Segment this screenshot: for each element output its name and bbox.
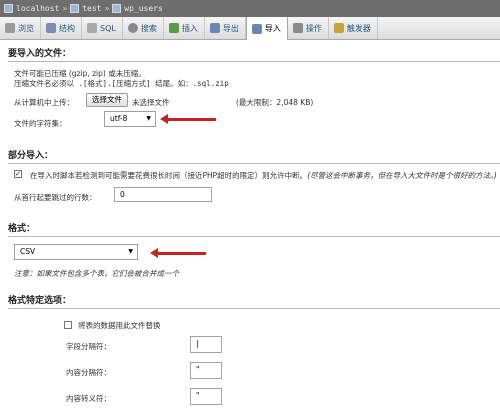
skip-rows-input[interactable]: 0 xyxy=(114,187,212,202)
choose-file-button[interactable]: 选择文件 xyxy=(86,93,128,107)
tab-label: 操作 xyxy=(305,23,322,33)
charset-label: 文件的字符集： xyxy=(14,119,67,128)
tab-operations[interactable]: 操作 xyxy=(288,17,329,39)
tab-insert[interactable]: 插入 xyxy=(164,17,205,39)
tab-label: 搜索 xyxy=(140,23,157,33)
breadcrumb-database[interactable]: test xyxy=(82,4,101,13)
tab-structure[interactable]: 结构 xyxy=(41,17,82,39)
chevron-down-icon: ▼ xyxy=(146,115,151,122)
format-select[interactable]: CSV ▼ xyxy=(14,244,138,260)
tab-import[interactable]: 导入 xyxy=(245,17,288,40)
tab-export[interactable]: 导出 xyxy=(205,17,246,39)
browse-icon xyxy=(5,23,15,33)
escaped-by-label: 内容转义符： xyxy=(66,394,111,403)
upload-label: 从计算机中上传： xyxy=(14,98,74,107)
tab-label: SQL xyxy=(100,23,116,33)
breadcrumb-separator: » xyxy=(104,4,110,13)
server-icon xyxy=(4,4,13,13)
insert-icon xyxy=(168,23,179,33)
tab-label: 结构 xyxy=(59,23,75,33)
tab-bar: 浏览 结构 SQL 搜索 插入 导出 导入 操作 触发器 xyxy=(0,17,500,40)
replace-data-label: 将表的数据用此文件替换 xyxy=(78,321,161,330)
red-arrow-icon xyxy=(150,248,206,258)
enclosed-by-input[interactable]: " xyxy=(190,362,222,379)
format-heading: 格式： xyxy=(8,223,500,237)
filename-note: 压缩文件名必须以 .[格式].[压缩方式] 结尾。如：.sql.zip xyxy=(14,79,229,88)
format-note: 注意：如果文件包含多个表，它们会被合并成一个 xyxy=(14,269,179,278)
allow-interrupt-text: 在导入时脚本若检测到可能需要花费很长时间（接近PHP超时的限定）则允许中断。 xyxy=(30,171,308,180)
import-file-heading: 要导入的文件： xyxy=(8,48,500,62)
breadcrumb-separator: » xyxy=(62,4,68,13)
replace-data-checkbox[interactable] xyxy=(64,321,72,329)
field-separator-input[interactable]: | xyxy=(190,336,222,353)
upload-limit: (最大限制：2,048 KB) xyxy=(236,98,314,107)
escaped-by-input[interactable]: " xyxy=(190,388,222,405)
partial-import-heading: 部分导入： xyxy=(8,150,500,164)
enclosed-by-label: 内容分隔符： xyxy=(66,368,111,377)
tab-search[interactable]: 搜索 xyxy=(123,17,164,39)
allow-interrupt-label: 在导入时脚本若检测到可能需要花费很长时间（接近PHP超时的限定）则允许中断。(尽… xyxy=(30,170,497,181)
tab-label: 插入 xyxy=(181,23,198,33)
charset-select[interactable]: utf-8 ▼ xyxy=(104,111,156,127)
operations-icon xyxy=(292,23,303,33)
breadcrumb-table[interactable]: wp_users xyxy=(124,4,163,13)
format-value: CSV xyxy=(20,247,36,256)
tab-browse[interactable]: 浏览 xyxy=(0,17,41,39)
charset-value: utf-8 xyxy=(110,114,128,123)
no-file-text: 未选择文件 xyxy=(132,98,170,107)
sql-icon xyxy=(87,23,97,33)
triggers-icon xyxy=(333,23,344,33)
tab-label: 导入 xyxy=(264,24,281,33)
tab-sql[interactable]: SQL xyxy=(82,17,123,39)
breadcrumb: localhost » test » wp_users xyxy=(0,0,500,17)
red-arrow-icon xyxy=(160,114,216,124)
table-icon xyxy=(112,4,122,13)
export-icon xyxy=(209,23,220,33)
tab-label: 浏览 xyxy=(18,23,34,33)
import-icon xyxy=(251,23,262,34)
search-icon xyxy=(127,23,138,33)
database-icon xyxy=(70,4,80,13)
format-options-heading: 格式特定选项： xyxy=(8,295,500,309)
chevron-down-icon: ▼ xyxy=(128,248,133,255)
field-separator-label: 字段分隔符： xyxy=(66,342,111,351)
tab-label: 触发器 xyxy=(346,23,371,33)
skip-rows-label: 从首行起要跳过的行数： xyxy=(14,193,97,202)
tab-triggers[interactable]: 触发器 xyxy=(329,17,378,39)
allow-interrupt-note: (尽管这会中断事务，但在导入大文件时是个很好的方法。) xyxy=(307,171,497,180)
structure-icon xyxy=(46,23,56,33)
tab-label: 导出 xyxy=(222,23,239,33)
breadcrumb-server[interactable]: localhost xyxy=(16,4,59,13)
allow-interrupt-checkbox[interactable]: ✓ xyxy=(14,170,22,178)
